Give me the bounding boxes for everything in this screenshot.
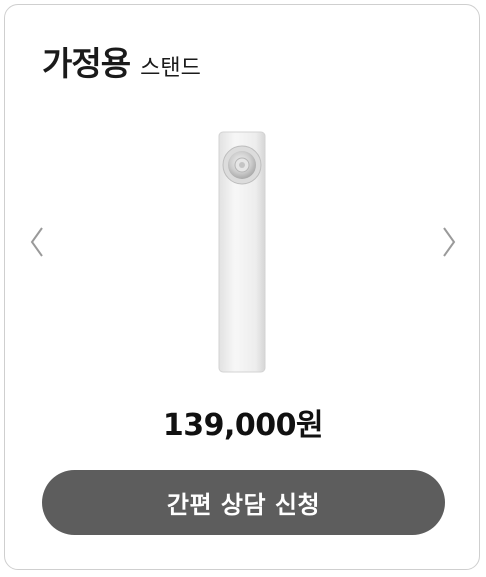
carousel-next-button[interactable] (436, 222, 460, 262)
chevron-left-icon (30, 227, 43, 257)
quick-consult-button[interactable]: 간편 상담 신청 (42, 470, 445, 535)
category-title: 가정용 (42, 44, 131, 83)
card-heading: 가정용 스탠드 (42, 37, 201, 85)
stand-air-conditioner-icon (218, 131, 266, 373)
chevron-right-icon (443, 227, 456, 257)
category-subtitle: 스탠드 (140, 56, 201, 81)
carousel-prev-button[interactable] (26, 222, 50, 262)
product-price: 139,000원 (162, 408, 324, 443)
product-image (215, 128, 271, 376)
